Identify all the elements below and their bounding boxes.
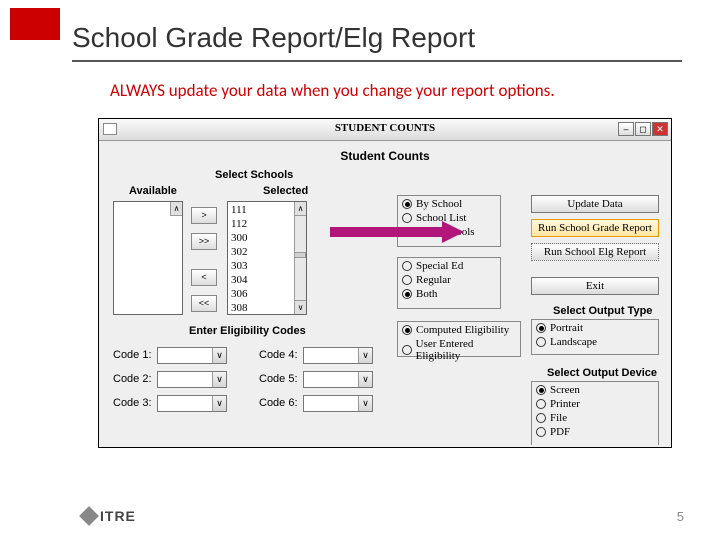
window-titlebar: STUDENT COUNTS – ◻ ✕ bbox=[99, 119, 671, 141]
minimize-button[interactable]: – bbox=[618, 122, 634, 136]
radio-school-list[interactable]: School List bbox=[402, 212, 496, 224]
available-header: Available bbox=[129, 185, 177, 197]
code6-combo[interactable]: ∨ bbox=[303, 395, 373, 412]
code5-combo[interactable]: ∨ bbox=[303, 371, 373, 388]
page-number: 5 bbox=[677, 509, 684, 524]
radio-special-ed[interactable]: Special Ed bbox=[402, 260, 496, 272]
exit-button[interactable]: Exit bbox=[531, 277, 659, 295]
radio-printer[interactable]: Printer bbox=[536, 398, 654, 410]
list-item[interactable]: 304 bbox=[231, 273, 303, 287]
run-school-grade-report-button[interactable]: Run School Grade Report bbox=[531, 219, 659, 237]
list-item[interactable]: 306 bbox=[231, 287, 303, 301]
select-schools-label: Select Schools bbox=[215, 169, 293, 181]
radio-pdf[interactable]: PDF bbox=[536, 426, 654, 438]
radio-portrait[interactable]: Portrait bbox=[536, 322, 654, 334]
output-type-label: Select Output Type bbox=[553, 305, 652, 317]
radio-regular[interactable]: Regular bbox=[402, 274, 496, 286]
tip-text: ALWAYS update your data when you change … bbox=[110, 80, 555, 101]
radio-landscape[interactable]: Landscape bbox=[536, 336, 654, 348]
student-counts-window: STUDENT COUNTS – ◻ ✕ Student Counts Sele… bbox=[98, 118, 672, 448]
code2-label: Code 2: bbox=[113, 373, 152, 385]
list-item[interactable]: 302 bbox=[231, 245, 303, 259]
output-device-panel: Screen Printer File PDF bbox=[531, 381, 659, 445]
move-all-left-button[interactable]: << bbox=[191, 295, 217, 312]
itre-logo-text: ITRE bbox=[100, 508, 136, 524]
maximize-button[interactable]: ◻ bbox=[635, 122, 651, 136]
selected-header: Selected bbox=[263, 185, 308, 197]
scroll-up-icon[interactable]: ∧ bbox=[294, 202, 306, 216]
code6-label: Code 6: bbox=[259, 397, 298, 409]
code1-label: Code 1: bbox=[113, 349, 152, 361]
radio-user-elig[interactable]: User Entered Eligibility bbox=[402, 338, 516, 362]
list-item[interactable]: 111 bbox=[231, 203, 303, 217]
selected-listbox[interactable]: 111 112 300 302 303 304 306 308 ∧ ∨ bbox=[227, 201, 307, 315]
list-item[interactable]: 308 bbox=[231, 301, 303, 315]
list-item[interactable]: 303 bbox=[231, 259, 303, 273]
scroll-up-icon[interactable]: ∧ bbox=[170, 202, 182, 216]
run-school-elg-report-button[interactable]: Run School Elg Report bbox=[531, 243, 659, 261]
itre-diamond-icon bbox=[79, 506, 99, 526]
code5-label: Code 5: bbox=[259, 373, 298, 385]
radio-by-school[interactable]: By School bbox=[402, 198, 496, 210]
output-device-label: Select Output Device bbox=[547, 367, 657, 379]
codes-section-label: Enter Eligibility Codes bbox=[189, 325, 306, 337]
window-title: STUDENT COUNTS bbox=[99, 122, 671, 134]
output-type-panel: Portrait Landscape bbox=[531, 319, 659, 355]
ncstate-logo bbox=[10, 8, 60, 40]
available-listbox[interactable]: ∧ bbox=[113, 201, 183, 315]
category-panel: Special Ed Regular Both bbox=[397, 257, 501, 309]
code2-combo[interactable]: ∨ bbox=[157, 371, 227, 388]
list-item[interactable]: 300 bbox=[231, 231, 303, 245]
radio-file[interactable]: File bbox=[536, 412, 654, 424]
close-button[interactable]: ✕ bbox=[652, 122, 668, 136]
panel-subtitle: Student Counts bbox=[99, 149, 671, 163]
move-all-right-button[interactable]: >> bbox=[191, 233, 217, 250]
update-data-button[interactable]: Update Data bbox=[531, 195, 659, 213]
page-title: School Grade Report/Elg Report bbox=[72, 22, 475, 54]
move-left-button[interactable]: < bbox=[191, 269, 217, 286]
code3-label: Code 3: bbox=[113, 397, 152, 409]
move-right-button[interactable]: > bbox=[191, 207, 217, 224]
eligibility-panel: Computed Eligibility User Entered Eligib… bbox=[397, 321, 521, 357]
code4-label: Code 4: bbox=[259, 349, 298, 361]
code1-combo[interactable]: ∨ bbox=[157, 347, 227, 364]
radio-all-schools[interactable]: ALL Schools bbox=[402, 226, 496, 238]
scroll-thumb[interactable] bbox=[294, 252, 306, 258]
radio-computed-elig[interactable]: Computed Eligibility bbox=[402, 324, 516, 336]
radio-screen[interactable]: Screen bbox=[536, 384, 654, 396]
group-by-panel: By School School List ALL Schools bbox=[397, 195, 501, 247]
title-rule bbox=[72, 60, 682, 62]
scroll-down-icon[interactable]: ∨ bbox=[294, 300, 306, 314]
list-item[interactable]: 112 bbox=[231, 217, 303, 231]
code4-combo[interactable]: ∨ bbox=[303, 347, 373, 364]
code3-combo[interactable]: ∨ bbox=[157, 395, 227, 412]
itre-logo: ITRE bbox=[82, 508, 136, 524]
radio-both[interactable]: Both bbox=[402, 288, 496, 300]
